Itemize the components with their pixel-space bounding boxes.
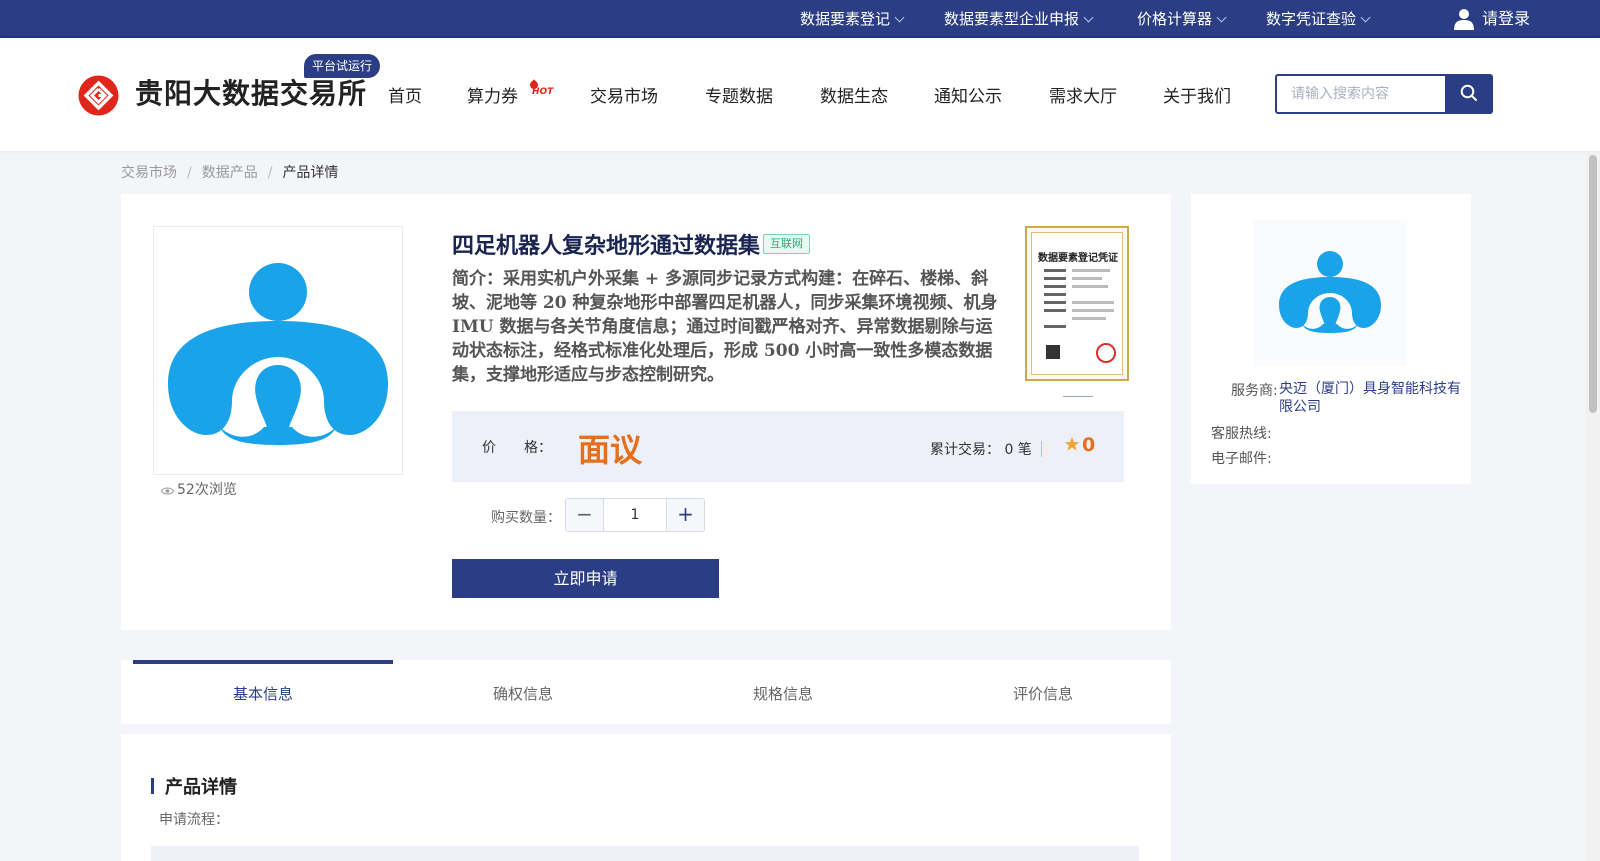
certificate-divider bbox=[1063, 396, 1093, 397]
topbar-link-enterprise-declaration[interactable]: 数据要素型企业申报 bbox=[944, 0, 1094, 38]
provider-name-label: 服务商: bbox=[1231, 383, 1278, 399]
search-icon bbox=[1460, 84, 1477, 101]
topbar-link-price-calculator[interactable]: 价格计算器 bbox=[1137, 0, 1227, 38]
rating: 0 bbox=[1064, 434, 1095, 456]
price-label: 价 格： bbox=[482, 440, 552, 456]
apply-flow-panel bbox=[151, 846, 1139, 861]
search-input[interactable] bbox=[1277, 76, 1443, 112]
exchange-logo-icon[interactable] bbox=[78, 75, 119, 116]
price-panel: 价 格： 面议 累计交易： 0 笔 0 bbox=[452, 411, 1124, 482]
breadcrumb-separator: / bbox=[267, 165, 273, 181]
email-label: 电子邮件: bbox=[1211, 451, 1272, 467]
price-value: 面议 bbox=[578, 431, 643, 469]
certificate-frame: 数据要素登记凭证 bbox=[1031, 232, 1123, 375]
nav-demand-hall[interactable]: 需求大厅 bbox=[1049, 82, 1117, 107]
rating-value: 0 bbox=[1082, 434, 1096, 456]
provider-logo-icon bbox=[168, 263, 388, 445]
trial-badge: 平台试运行 bbox=[304, 54, 381, 78]
chevron-down-icon bbox=[1216, 12, 1227, 23]
topbar-link-certificate-check[interactable]: 数字凭证查验 bbox=[1266, 0, 1371, 38]
hot-badge: HOT bbox=[532, 87, 554, 97]
eye-icon bbox=[160, 487, 175, 495]
topbar-link-label: 数据要素型企业申报 bbox=[944, 10, 1080, 28]
product-card: 52次浏览 四足机器人复杂地形通过数据集 互联网 简介：采用实机户外采集 + 多… bbox=[121, 194, 1171, 630]
section-marker bbox=[151, 778, 154, 794]
apply-now-button[interactable]: 立即申请 bbox=[452, 559, 719, 598]
nav-trade-market[interactable]: 交易市场 bbox=[590, 82, 658, 107]
breadcrumb: 交易市场 / 数据产品 / 产品详情 bbox=[121, 162, 338, 182]
breadcrumb-trade-market[interactable]: 交易市场 bbox=[121, 165, 177, 181]
topbar-link-label: 数字凭证查验 bbox=[1266, 10, 1357, 28]
tab-spec-info[interactable]: 规格信息 bbox=[653, 660, 913, 724]
tab-reviews[interactable]: 评价信息 bbox=[913, 660, 1173, 724]
view-count: 52次浏览 bbox=[160, 479, 237, 499]
login-button[interactable]: 请登录 bbox=[1452, 0, 1530, 38]
breadcrumb-current: 产品详情 bbox=[282, 165, 339, 181]
tab-basic-info[interactable]: 基本信息 bbox=[133, 660, 393, 724]
tab-ownership-info[interactable]: 确权信息 bbox=[393, 660, 653, 724]
star-icon bbox=[1064, 437, 1080, 451]
topbar-link-label: 价格计算器 bbox=[1137, 10, 1213, 28]
breadcrumb-data-products[interactable]: 数据产品 bbox=[202, 165, 258, 181]
official-seal-icon bbox=[1096, 343, 1116, 363]
chevron-down-icon bbox=[1360, 12, 1371, 23]
nav-compute-voucher[interactable]: 算力券 bbox=[467, 82, 518, 107]
nav-home[interactable]: 首页 bbox=[388, 82, 422, 107]
product-detail-section: 产品详情 申请流程： bbox=[121, 734, 1171, 861]
topbar-link-label: 数据要素登记 bbox=[800, 10, 891, 28]
chevron-down-icon bbox=[1083, 12, 1094, 23]
divider bbox=[1041, 441, 1042, 457]
provider-logo-icon bbox=[1279, 251, 1381, 333]
quantity-value[interactable]: 1 bbox=[605, 499, 665, 531]
provider-name-link[interactable]: 央迈（厦门）具身智能科技有限公司 bbox=[1279, 380, 1463, 416]
registration-certificate[interactable]: 数据要素登记凭证 bbox=[1025, 226, 1129, 381]
section-title: 产品详情 bbox=[165, 777, 237, 798]
chevron-down-icon bbox=[894, 12, 905, 23]
topbar-link-data-registration[interactable]: 数据要素登记 bbox=[800, 0, 905, 38]
provider-card: 服务商: 央迈（厦门）具身智能科技有限公司 客服热线: 电子邮件: bbox=[1191, 194, 1471, 484]
view-count-label: 52次浏览 bbox=[177, 482, 237, 498]
quantity-stepper: − 1 + bbox=[565, 498, 705, 532]
product-description: 简介：采用实机户外采集 + 多源同步记录方式构建：在碎石、楼梯、斜坡、泥地等 2… bbox=[452, 269, 998, 385]
trade-count: 累计交易： 0 笔 bbox=[930, 442, 1032, 458]
detail-tabs: 基本信息 确权信息 规格信息 评价信息 bbox=[121, 660, 1171, 724]
product-image bbox=[153, 226, 403, 475]
exchange-name[interactable]: 贵阳大数据交易所 bbox=[135, 72, 367, 112]
product-title: 四足机器人复杂地形通过数据集 bbox=[452, 234, 761, 259]
provider-logo bbox=[1253, 220, 1407, 366]
certificate-title: 数据要素登记凭证 bbox=[1038, 253, 1118, 264]
user-icon bbox=[1454, 9, 1474, 30]
apply-flow-label: 申请流程： bbox=[159, 812, 229, 828]
qr-code-icon bbox=[1046, 345, 1060, 359]
search-box bbox=[1275, 74, 1493, 114]
nav-notices[interactable]: 通知公示 bbox=[934, 82, 1002, 107]
decrease-quantity-button[interactable]: − bbox=[566, 499, 604, 531]
quantity-label: 购买数量： bbox=[491, 510, 561, 526]
hotline-label: 客服热线: bbox=[1211, 426, 1272, 442]
category-tag: 互联网 bbox=[763, 234, 810, 254]
main-header: 贵阳大数据交易所 平台试运行 首页 算力券 HOT 交易市场 专题数据 数据生态… bbox=[0, 38, 1600, 151]
scrollbar-thumb[interactable] bbox=[1589, 155, 1597, 413]
nav-data-ecosystem[interactable]: 数据生态 bbox=[820, 82, 888, 107]
page-scrollbar[interactable] bbox=[1586, 152, 1600, 861]
increase-quantity-button[interactable]: + bbox=[666, 499, 704, 531]
top-bar: 数据要素登记 数据要素型企业申报 价格计算器 数字凭证查验 请登录 bbox=[0, 0, 1600, 38]
login-label: 请登录 bbox=[1482, 9, 1531, 28]
breadcrumb-separator: / bbox=[187, 165, 192, 181]
nav-about-us[interactable]: 关于我们 bbox=[1163, 82, 1231, 107]
search-button[interactable] bbox=[1445, 74, 1493, 114]
nav-topic-data[interactable]: 专题数据 bbox=[705, 82, 773, 107]
